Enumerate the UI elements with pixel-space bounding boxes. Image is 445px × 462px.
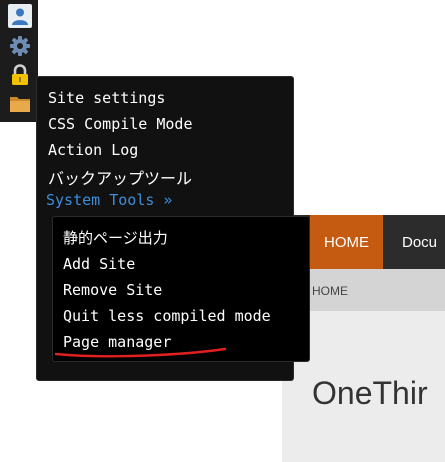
folder-icon[interactable] (8, 92, 32, 116)
red-underline-annotation (54, 347, 227, 358)
menu-item-css-compile-mode[interactable]: CSS Compile Mode (48, 115, 193, 133)
menu-item-system-tools[interactable]: System Tools » (46, 191, 172, 209)
system-tools-submenu: 静的ページ出力 Add Site Remove Site Quit less c… (52, 216, 310, 362)
user-icon[interactable] (8, 4, 32, 28)
menu-item-site-settings[interactable]: Site settings (48, 89, 165, 107)
lock-icon[interactable] (8, 63, 32, 87)
page-title: OneThir (312, 375, 428, 411)
menu-item-action-log[interactable]: Action Log (48, 141, 138, 159)
gear-icon[interactable] (8, 34, 32, 58)
nav-home-link[interactable]: HOME (310, 215, 383, 269)
menu-item-backup-tool[interactable]: バックアップツール (48, 165, 192, 189)
admin-toolbar (0, 0, 38, 122)
nav-documents-link[interactable]: Docu (402, 215, 437, 269)
breadcrumb-home[interactable]: HOME (312, 284, 348, 298)
